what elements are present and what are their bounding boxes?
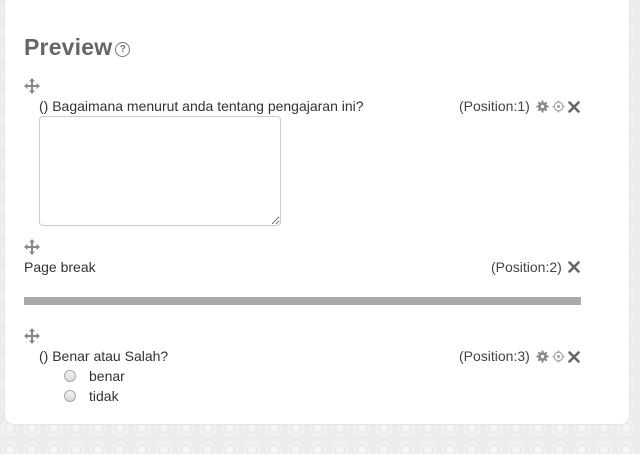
radio-option[interactable]: tidak — [64, 388, 119, 404]
question-actions — [536, 350, 580, 363]
settings-icon[interactable] — [552, 100, 565, 113]
radio-button[interactable] — [64, 370, 76, 382]
delete-icon[interactable] — [568, 261, 580, 273]
delete-icon[interactable] — [568, 100, 580, 113]
preview-header: Preview ? — [24, 34, 131, 61]
question-actions — [536, 100, 580, 113]
radio-option[interactable]: benar — [64, 368, 125, 384]
page-title: Preview — [24, 34, 113, 60]
question-text: () Benar atau Salah? — [39, 348, 169, 364]
position-label: (Position:3) — [459, 348, 530, 364]
page-break-divider — [24, 297, 581, 305]
move-icon[interactable] — [24, 239, 40, 255]
radio-button[interactable] — [64, 390, 76, 402]
question-text: () Bagaimana menurut anda tentang pengaj… — [39, 98, 364, 114]
answer-textarea[interactable] — [39, 116, 281, 226]
move-icon[interactable] — [24, 78, 40, 94]
position-label: (Position:1) — [459, 98, 530, 114]
delete-icon[interactable] — [568, 350, 580, 363]
radio-label: tidak — [89, 388, 119, 404]
radio-label: benar — [89, 368, 125, 384]
gear-icon[interactable] — [536, 350, 549, 363]
page-break-actions — [568, 261, 580, 273]
page-break-label: Page break — [24, 259, 96, 275]
settings-icon[interactable] — [552, 350, 565, 363]
gear-icon[interactable] — [536, 100, 549, 113]
move-icon[interactable] — [24, 328, 40, 344]
preview-panel: Preview ? () Bagaimana menurut anda tent… — [4, 0, 630, 425]
position-label: (Position:2) — [491, 259, 562, 275]
help-icon[interactable]: ? — [115, 42, 131, 57]
